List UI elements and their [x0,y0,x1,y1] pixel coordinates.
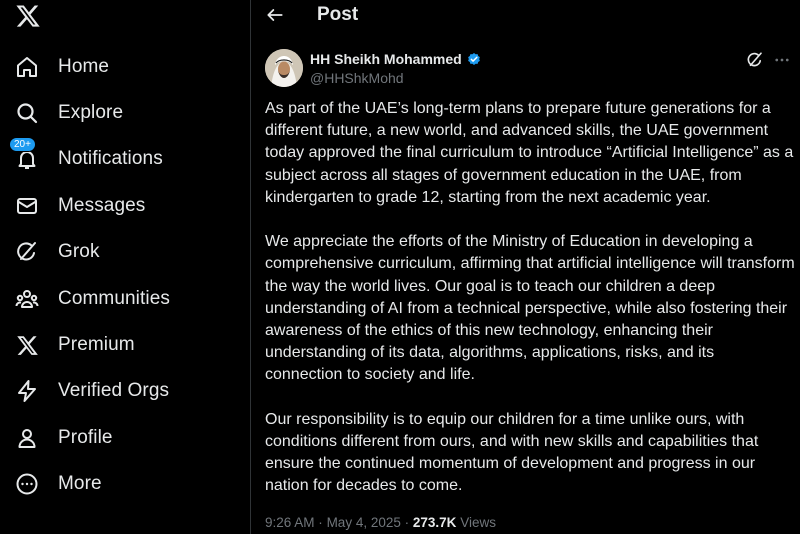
grok-icon [15,240,39,264]
views-count: 273.7K [412,515,457,530]
sidebar-item-profile[interactable]: Profile [0,415,240,461]
back-button[interactable] [264,4,286,26]
post-paragraph: We appreciate the efforts of the Ministr… [265,233,795,384]
sidebar-item-label: More [58,473,102,494]
sidebar-item-label: Premium [58,334,135,355]
sidebar-item-verified-orgs[interactable]: Verified Orgs [0,368,240,414]
more-horizontal-icon [775,58,789,62]
sidebar-item-premium[interactable]: Premium [0,322,240,368]
post-paragraph: As part of the UAE’s long-term plans to … [265,100,794,206]
sidebar-item-explore[interactable]: Explore [0,90,240,136]
sidebar-item-label: Explore [58,102,124,123]
verified-badge-icon[interactable] [466,51,482,67]
notification-badge: 20+ [9,137,36,152]
post-paragraph: Our responsibility is to equip our child… [265,410,759,495]
person-icon [15,426,39,450]
page-title: Post [317,4,359,25]
sidebar-item-label: Home [58,56,110,77]
lightning-icon [15,379,39,403]
views-label: Views [460,515,496,530]
more-circle-icon [15,472,39,496]
grok-icon [747,52,762,67]
sidebar-item-label: Messages [58,195,146,216]
author-name-row[interactable]: HH Sheikh Mohammed [310,51,482,67]
arrow-left-icon [267,9,283,21]
sidebar-item-label: Notifications [58,148,163,169]
envelope-icon [15,194,39,218]
x-logo-icon [15,333,39,357]
sidebar-item-notifications[interactable]: 20+ Notifications [0,136,240,182]
meta-separator: · [404,515,410,530]
sidebar-item-communities[interactable]: Communities [0,276,240,322]
author-name[interactable]: HH Sheikh Mohammed [310,51,462,67]
home-icon [15,55,39,79]
sidebar: Home Explore 20+ Notifications Messages … [0,0,250,534]
post-time[interactable]: 9:26 AM [265,515,315,530]
avatar[interactable] [265,49,303,87]
sidebar-item-label: Profile [58,427,113,448]
sidebar-item-label: Communities [58,288,170,309]
post-body: As part of the UAE’s long-term plans to … [265,98,795,520]
communities-icon [15,287,39,311]
grok-button[interactable] [744,49,766,71]
sidebar-item-grok[interactable]: Grok [0,229,240,275]
meta-separator: · [318,515,323,530]
search-icon [15,101,39,125]
sidebar-item-label: Verified Orgs [58,380,170,401]
sidebar-item-more[interactable]: More [0,461,240,507]
sidebar-item-home[interactable]: Home [0,44,240,90]
post-detail: Post HH Sheikh Mohammed @HHShkMohd As pa… [251,0,800,534]
x-logo-icon[interactable] [15,3,41,29]
author-handle[interactable]: @HHShkMohd [310,70,404,86]
post-meta: 9:26 AM · May 4, 2025 · 273.7K Views [265,515,496,530]
post-date[interactable]: May 4, 2025 [327,515,401,530]
sidebar-item-messages[interactable]: Messages [0,183,240,229]
sidebar-item-label: Grok [58,241,100,262]
more-options-button[interactable] [771,49,793,71]
